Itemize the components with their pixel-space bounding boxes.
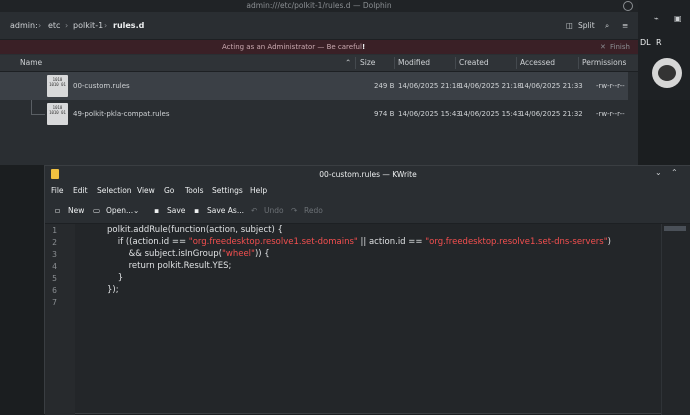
line-number: 4 bbox=[52, 262, 57, 271]
save-icon[interactable]: ▪ bbox=[154, 199, 159, 223]
text-file-icon: 1010 1010 01 bbox=[47, 103, 68, 125]
side-panel: ⌁ ▣ DL R bbox=[638, 0, 690, 100]
chevron-down-icon[interactable]: ⌄ bbox=[133, 199, 139, 223]
file-modified: 14/06/2025 21:18 bbox=[398, 82, 461, 90]
code-line: }); bbox=[107, 285, 119, 295]
file-accessed: 14/06/2025 21:33 bbox=[520, 82, 583, 90]
code-line: polkit.addRule(function(action, subject)… bbox=[107, 225, 283, 235]
minimize-chevron-icon[interactable]: ⌄ bbox=[655, 168, 662, 177]
column-size[interactable]: Size bbox=[360, 55, 375, 71]
column-created[interactable]: Created bbox=[459, 55, 489, 71]
code-line: } bbox=[107, 273, 124, 283]
line-number: 1 bbox=[52, 226, 57, 235]
code-editor[interactable]: polkit.addRule(function(action, subject)… bbox=[75, 224, 661, 415]
minimap[interactable] bbox=[661, 224, 690, 415]
kwrite-app-icon bbox=[51, 169, 59, 179]
camera-icon: ▣ bbox=[674, 14, 682, 23]
menu-edit[interactable]: Edit bbox=[73, 183, 88, 199]
undo-button[interactable]: Undo bbox=[264, 199, 284, 223]
column-permissions[interactable]: Permissions bbox=[582, 55, 626, 71]
file-row[interactable]: 1010 1010 01 49-polkit-pkla-compat.rules… bbox=[0, 100, 628, 128]
kwrite-window: 00-custom.rules — KWrite ⌄ ⌃ File Edit S… bbox=[44, 165, 690, 415]
file-size: 974 B bbox=[374, 110, 395, 118]
code-line: if ((action.id == "org.freedesktop.resol… bbox=[107, 237, 611, 247]
column-header: Name ⌃ Size Modified Created Accessed Pe… bbox=[0, 55, 638, 72]
file-created: 14/06/2025 21:18 bbox=[459, 82, 522, 90]
chevron-right-icon: › bbox=[65, 21, 69, 30]
dolphin-window: admin:///etc/polkit-1/rules.d — Dolphin … bbox=[0, 0, 638, 165]
kwrite-toolbar: ▫ New ▭ Open... ⌄ ▪ Save ▪ Save As... ↶ … bbox=[45, 199, 690, 224]
file-modified: 14/06/2025 15:43 bbox=[398, 110, 461, 118]
line-number: 7 bbox=[52, 298, 57, 307]
file-permissions: -rw-r--r-- bbox=[596, 82, 625, 90]
finish-button[interactable]: Finish bbox=[610, 40, 630, 54]
menu-help[interactable]: Help bbox=[250, 183, 267, 199]
line-number: 3 bbox=[52, 250, 57, 259]
search-icon[interactable]: ⌕ bbox=[605, 12, 609, 39]
line-number-gutter: 1 2 3 4 5 6 7 bbox=[45, 224, 75, 415]
menu-icon[interactable]: ≡ bbox=[622, 12, 628, 39]
file-accessed: 14/06/2025 21:32 bbox=[520, 110, 583, 118]
breadcrumb-polkit[interactable]: polkit-1 bbox=[73, 12, 103, 39]
sort-chevron-icon[interactable]: ⌃ bbox=[345, 55, 351, 71]
line-number: 2 bbox=[52, 238, 57, 247]
breadcrumb-admin[interactable]: admin: bbox=[10, 12, 38, 39]
column-modified[interactable]: Modified bbox=[398, 55, 430, 71]
undo-icon[interactable]: ↶ bbox=[251, 199, 257, 223]
file-permissions: -rw-r--r-- bbox=[596, 110, 625, 118]
avatar[interactable] bbox=[652, 58, 682, 88]
chevron-right-icon: › bbox=[38, 21, 42, 30]
warning-icon: ! bbox=[362, 43, 366, 51]
file-row[interactable]: 1010 1010 01 00-custom.rules 249 B 14/06… bbox=[0, 72, 628, 100]
redo-button[interactable]: Redo bbox=[304, 199, 323, 223]
panel-label-dl[interactable]: DL bbox=[640, 38, 651, 47]
file-name: 00-custom.rules bbox=[73, 82, 130, 90]
file-created: 14/06/2025 15:43 bbox=[459, 110, 522, 118]
line-number: 5 bbox=[52, 274, 57, 283]
menu-file[interactable]: File bbox=[51, 183, 64, 199]
folder-open-icon[interactable]: ▭ bbox=[93, 199, 100, 223]
column-name[interactable]: Name bbox=[20, 55, 42, 71]
menubar: File Edit Selection View Go Tools Settin… bbox=[45, 183, 690, 199]
line-number: 6 bbox=[52, 286, 57, 295]
new-doc-icon[interactable]: ▫ bbox=[55, 199, 60, 223]
menu-view[interactable]: View bbox=[137, 183, 155, 199]
gamepad-icon: ⌁ bbox=[654, 14, 659, 23]
breadcrumb-etc[interactable]: etc bbox=[48, 12, 60, 39]
code-line: return polkit.Result.YES; bbox=[107, 261, 232, 271]
maximize-chevron-icon[interactable]: ⌃ bbox=[671, 168, 678, 177]
code-line: && subject.isInGroup("wheel")) { bbox=[107, 249, 270, 259]
save-button[interactable]: Save bbox=[167, 199, 185, 223]
open-button[interactable]: Open... bbox=[106, 199, 133, 223]
menu-settings[interactable]: Settings bbox=[212, 183, 243, 199]
kwrite-title: 00-custom.rules — KWrite bbox=[45, 166, 690, 183]
window-close-icon[interactable] bbox=[623, 1, 633, 11]
file-name: 49-polkit-pkla-compat.rules bbox=[73, 110, 170, 118]
panel-label-r[interactable]: R bbox=[656, 38, 662, 47]
text-file-icon: 1010 1010 01 bbox=[47, 75, 68, 97]
split-button[interactable]: Split bbox=[578, 12, 595, 39]
menu-selection[interactable]: Selection bbox=[97, 183, 132, 199]
column-accessed[interactable]: Accessed bbox=[520, 55, 555, 71]
admin-warning-bar: Acting as an Administrator — Be careful!… bbox=[0, 40, 638, 54]
close-icon[interactable]: ✕ bbox=[600, 40, 606, 54]
save-as-button[interactable]: Save As... bbox=[207, 199, 244, 223]
new-button[interactable]: New bbox=[68, 199, 84, 223]
menu-go[interactable]: Go bbox=[164, 183, 174, 199]
dolphin-title: admin:///etc/polkit-1/rules.d — Dolphin bbox=[0, 0, 638, 12]
split-view-icon[interactable]: ◫ bbox=[566, 12, 573, 39]
admin-warning-text: Acting as an Administrator — Be careful! bbox=[222, 43, 365, 51]
menu-tools[interactable]: Tools bbox=[185, 183, 203, 199]
save-as-icon[interactable]: ▪ bbox=[194, 199, 199, 223]
breadcrumb-rules-d[interactable]: rules.d bbox=[113, 12, 144, 39]
file-size: 249 B bbox=[374, 82, 395, 90]
redo-icon[interactable]: ↷ bbox=[291, 199, 297, 223]
chevron-right-icon: › bbox=[104, 21, 108, 30]
